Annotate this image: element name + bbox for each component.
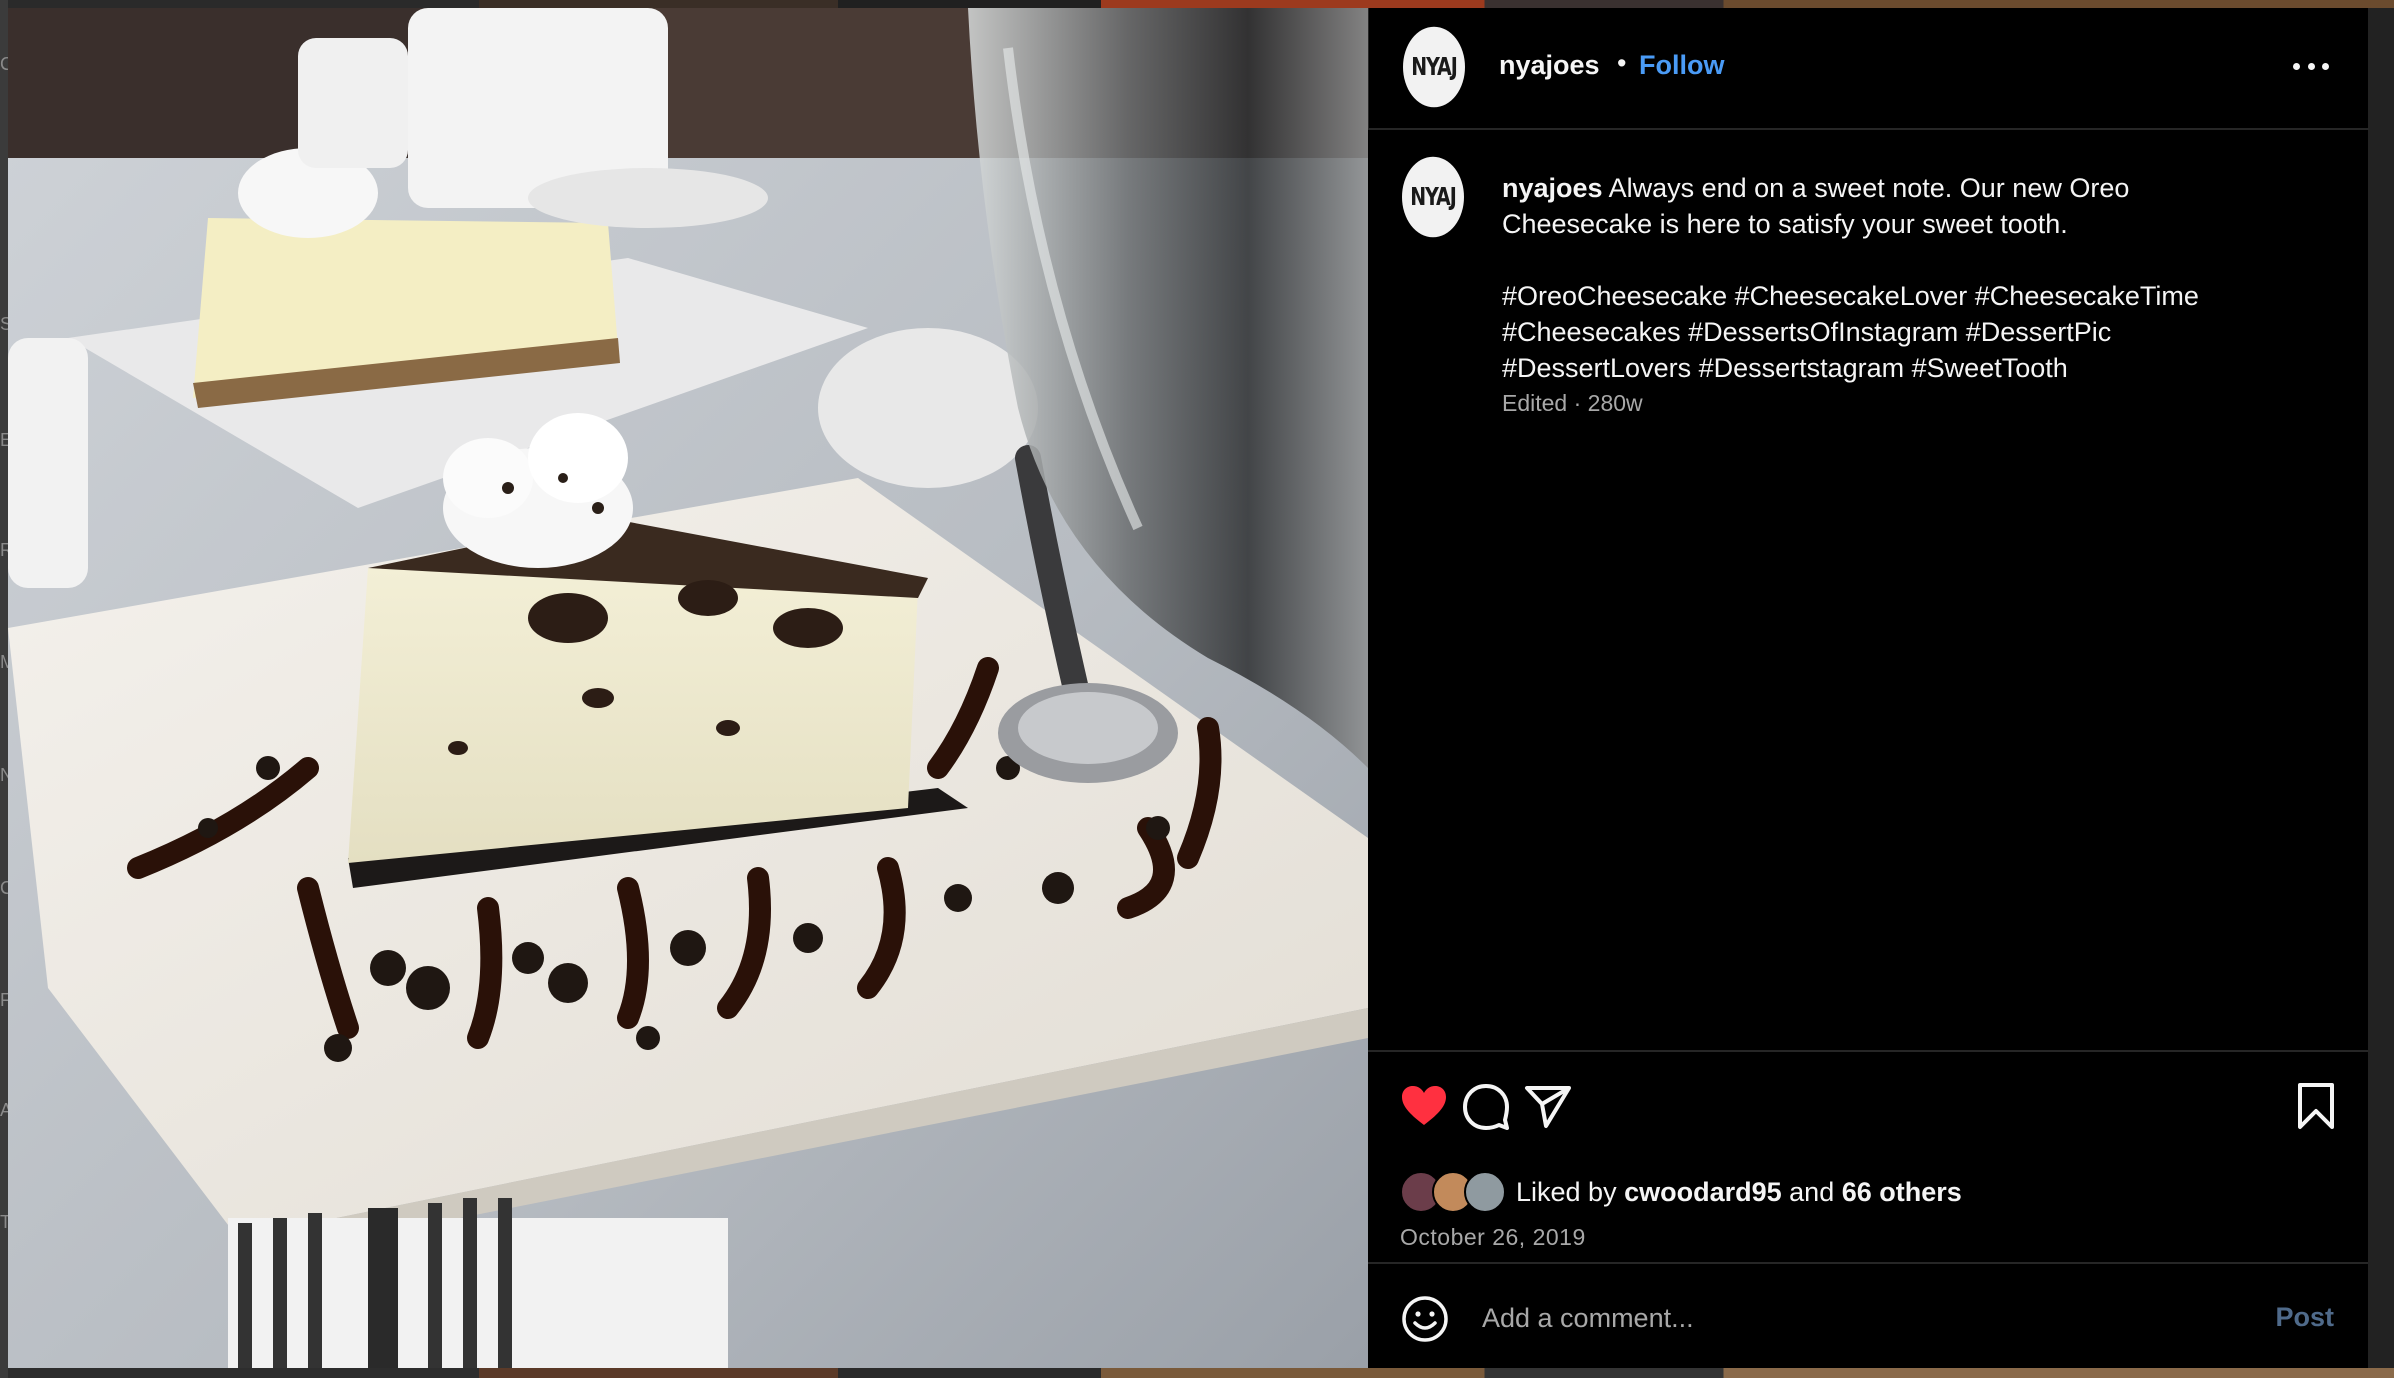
post-photo[interactable] <box>8 8 1368 1368</box>
caption-username[interactable]: nyajoes <box>1502 173 1603 203</box>
background-letter: R <box>0 540 8 560</box>
post-actions: Liked by cwoodard95 and 66 others Octobe… <box>1368 1050 2368 1272</box>
background-letter: M <box>0 652 8 672</box>
post-comment-button[interactable]: Post <box>2275 1302 2334 1333</box>
edited-label: Edited <box>1502 390 1568 416</box>
post-side-panel: NYAJ nyajoes • Follow NYAJ nyajoes Alway… <box>1368 8 2369 1370</box>
bookmark-icon[interactable] <box>2290 1080 2342 1132</box>
post-age[interactable]: 280w <box>1588 390 1643 416</box>
more-horizontal-icon[interactable] <box>2293 56 2329 76</box>
caption-text: nyajoes Always end on a sweet note. Our … <box>1502 170 2282 386</box>
caption-line: Cheesecake is here to satisfy your sweet… <box>1502 209 2068 239</box>
emoji-smiley-icon[interactable] <box>1400 1294 1450 1344</box>
background-letter: E <box>0 430 8 450</box>
cheesecake-photo <box>8 8 1368 1368</box>
comment-bubble-icon[interactable] <box>1460 1080 1512 1132</box>
background-letter: C <box>0 54 8 74</box>
avatar-logo-text: NYAJ <box>1410 182 1457 212</box>
napkin <box>228 1198 728 1368</box>
comment-bar: Post <box>1368 1262 2368 1370</box>
background-letter: S <box>0 314 8 334</box>
header-username[interactable]: nyajoes <box>1499 50 1600 81</box>
header-separator: • <box>1617 48 1627 78</box>
liked-by-and: and <box>1789 1176 1835 1207</box>
avatar[interactable]: NYAJ <box>1402 156 1464 238</box>
feed-background-left <box>0 0 8 1378</box>
hashtag-line[interactable]: #OreoCheesecake #CheesecakeLover #Cheese… <box>1502 278 2282 314</box>
instagram-post-modal: C S E R M N C F A T NYAJ nyajoes • Follo… <box>0 0 2394 1378</box>
comment-input[interactable] <box>1480 1292 2144 1344</box>
meta-separator: · <box>1573 390 1582 416</box>
liked-by-user[interactable]: cwoodard95 <box>1624 1177 1782 1207</box>
hashtag-line[interactable]: #Cheesecakes #DessertsOfInstagram #Desse… <box>1502 314 2282 350</box>
liker-avatar[interactable] <box>1464 1171 1506 1213</box>
likes-text: Liked by cwoodard95 and 66 others <box>1516 1177 1962 1208</box>
share-paper-plane-icon[interactable] <box>1522 1080 1574 1132</box>
post-date[interactable]: October 26, 2019 <box>1400 1224 1586 1251</box>
likes-row: Liked by cwoodard95 and 66 others <box>1400 1171 1962 1213</box>
avatar-logo-text: NYAJ <box>1411 52 1458 82</box>
feed-background-top <box>0 0 2394 8</box>
background-letter: F <box>0 990 8 1010</box>
heart-icon[interactable] <box>1398 1080 1450 1132</box>
follow-button[interactable]: Follow <box>1639 50 1724 81</box>
avatar[interactable]: NYAJ <box>1403 26 1465 108</box>
background-letter: C <box>0 878 8 898</box>
post-header: NYAJ nyajoes • Follow <box>1368 8 2369 130</box>
caption-meta: Edited · 280w <box>1502 390 1643 417</box>
caption-line: Always end on a sweet note. Our new Oreo <box>1608 173 2130 203</box>
liked-by-others[interactable]: 66 others <box>1842 1177 1962 1207</box>
background-letter: N <box>0 765 8 785</box>
background-letter: A <box>0 1100 8 1120</box>
hashtag-line[interactable]: #DessertLovers #Dessertstagram #SweetToo… <box>1502 350 2282 386</box>
liked-by-prefix: Liked by <box>1516 1176 1617 1207</box>
background-letter: T <box>0 1212 8 1232</box>
